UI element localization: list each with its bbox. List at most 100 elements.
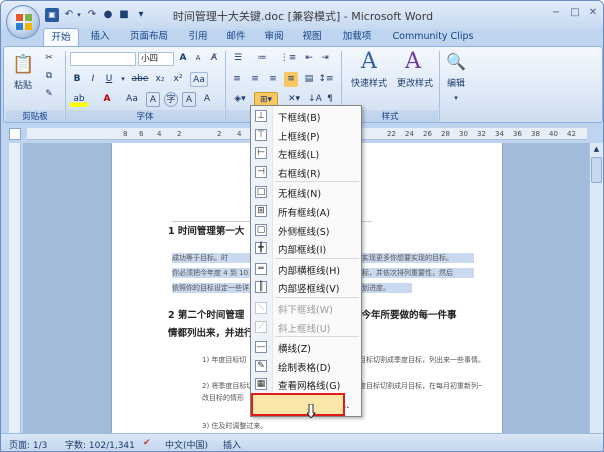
menu-item[interactable]: ║ 内部竖框线(V) [251, 278, 361, 296]
body-paragraph-line-3-tail: 划进度。 [362, 283, 412, 293]
font-size-combo[interactable]: 小四 [138, 52, 174, 66]
tab-review[interactable]: 审阅 [257, 28, 291, 46]
tab-home[interactable]: 开始 [43, 28, 79, 46]
enclose-characters-icon[interactable]: 字 [164, 92, 178, 107]
inside-horizontal-border-icon: ═ [255, 262, 267, 275]
tab-community-clips[interactable]: Community Clips [387, 28, 479, 46]
change-case-button[interactable]: Aa [122, 92, 142, 107]
find-binoculars-icon[interactable]: 🔍 [446, 51, 466, 73]
tab-add-ins[interactable]: 加载项 [335, 28, 379, 46]
ruler-tick-label: 6 [139, 130, 144, 138]
minimize-button[interactable]: − [549, 6, 563, 20]
tab-selector[interactable] [9, 128, 21, 140]
bullets-icon[interactable]: ☰ [230, 51, 246, 66]
body-paragraph-line-2: 你必须把今年度 4 到 10 [172, 268, 252, 278]
tab-insert[interactable]: 插入 [83, 28, 117, 46]
office-button[interactable] [6, 5, 40, 39]
font-color-icon[interactable]: A [100, 92, 114, 107]
copy-icon[interactable]: ⧉ [42, 69, 56, 84]
menu-item[interactable]: — 横线(Z) [251, 338, 361, 356]
inside-borders-icon: ╋ [255, 242, 267, 255]
menu-item-label: 斜下框线(W) [278, 305, 333, 316]
underline-button[interactable]: U [102, 72, 116, 87]
superscript-button[interactable]: x² [170, 72, 186, 87]
menu-item-label: 绘制表格(D) [278, 362, 331, 374]
list-item-3: 3) 住及时调整过来。 [202, 422, 268, 430]
diagonal-up-border-icon: ⟋ [255, 320, 267, 333]
menu-item[interactable]: ╋ 内部框线(I) [251, 239, 361, 257]
line-spacing-icon[interactable]: ↕≡ [318, 72, 334, 87]
change-styles-icon[interactable]: A [400, 49, 426, 75]
body-paragraph-line-1: 成功等于目标。时 [172, 253, 252, 263]
italic-button[interactable]: I [86, 72, 100, 87]
scroll-up-icon[interactable]: ▲ [591, 143, 602, 155]
proofing-icon[interactable]: ✔ [143, 438, 151, 448]
menu-item-highlight [251, 393, 345, 416]
language-indicator[interactable]: 中文(中国) [165, 438, 208, 451]
tab-page-layout[interactable]: 页面布局 [123, 28, 175, 46]
close-button[interactable]: ✕ [586, 6, 600, 20]
list-item-1: 1) 年度目标切 [202, 356, 247, 364]
font-name-combo[interactable] [70, 52, 136, 66]
paste-button[interactable]: 粘贴 [10, 79, 36, 94]
menu-item[interactable]: ▦ 查看网格线(G) [251, 375, 361, 393]
clear-format-icon[interactable]: A̸ [207, 51, 221, 66]
shrink-font-button[interactable]: A [191, 51, 205, 66]
ruler-tick-label: 42 [567, 130, 576, 138]
character-border-icon[interactable]: A [182, 92, 196, 107]
shading-icon[interactable]: ◈▾ [230, 92, 250, 107]
numbering-icon[interactable]: ≔ [254, 51, 270, 66]
highlight-icon[interactable]: ab [70, 92, 88, 107]
cut-icon[interactable]: ✂ [42, 51, 56, 66]
decrease-indent-icon[interactable]: ⇤ [302, 51, 316, 66]
menu-item[interactable]: ⊞ 所有框线(A) [251, 202, 361, 220]
menu-item[interactable]: ⊢ 左框线(L) [251, 144, 361, 162]
format-painter-icon[interactable]: ✎ [42, 87, 56, 102]
menu-item[interactable]: ═ 内部横框线(H) [251, 260, 361, 278]
list-item-2-continued: 改目标的情形 [202, 394, 244, 402]
multilevel-list-icon[interactable]: ⋮≡ [278, 51, 298, 66]
menu-item[interactable]: ⊤ 上框线(P) [251, 126, 361, 144]
justify-icon[interactable]: ≡ [284, 72, 298, 87]
grow-font-button[interactable]: A [176, 51, 190, 66]
align-right-icon[interactable]: ≡ [266, 72, 280, 87]
menu-item[interactable]: □ 无框线(N) [251, 183, 361, 201]
tab-view[interactable]: 视图 [295, 28, 329, 46]
strikethrough-button[interactable]: abe [130, 72, 150, 87]
menu-item[interactable]: ⊥ 下框线(B) [251, 107, 361, 125]
ruler-tick-label: 24 [405, 130, 414, 138]
insert-mode-indicator[interactable]: 插入 [223, 438, 241, 451]
change-styles-button[interactable]: 更改样式 [392, 77, 438, 92]
quick-styles-button[interactable]: 快速样式 [346, 77, 392, 92]
body-paragraph-line-3: 依照你的目标设定一些详 [172, 283, 252, 293]
center-icon[interactable]: ≡ [248, 72, 262, 87]
word-count[interactable]: 字数: 102/1,341 [65, 438, 135, 451]
tab-mailings[interactable]: 邮件 [219, 28, 253, 46]
vertical-ruler[interactable] [9, 143, 21, 433]
heading-2: 2 第二个时间管理 [168, 310, 245, 321]
ruler-tick-label: 22 [387, 130, 396, 138]
menu-item[interactable]: ▢ 外侧框线(S) [251, 221, 361, 239]
page-count[interactable]: 页面: 1/3 [9, 438, 47, 451]
change-case-icon[interactable]: Aa [190, 72, 208, 87]
quick-styles-icon[interactable]: A [356, 49, 382, 75]
scroll-thumb[interactable] [591, 157, 602, 183]
vertical-scrollbar[interactable]: ▲ [589, 143, 603, 433]
underline-dropdown-icon[interactable]: ▾ [118, 72, 128, 87]
align-left-icon[interactable]: ≡ [230, 72, 244, 87]
increase-indent-icon[interactable]: ⇥ [318, 51, 332, 66]
menu-item[interactable]: ✎ 绘制表格(D) [251, 357, 361, 375]
list-item-2: 2) 将季度目标切 [202, 382, 254, 390]
phonetic-guide-icon[interactable]: A [200, 92, 214, 107]
distributed-icon[interactable]: ▤ [302, 72, 316, 87]
maximize-button[interactable]: □ [568, 6, 582, 20]
editing-button[interactable]: 编辑 [442, 77, 470, 92]
editing-dropdown-icon[interactable]: ▾ [450, 91, 462, 106]
character-shading-icon[interactable]: A [146, 92, 160, 107]
menu-item[interactable]: ⊣ 右框线(R) [251, 163, 361, 181]
subscript-button[interactable]: x₂ [152, 72, 168, 87]
bold-button[interactable]: B [70, 72, 84, 87]
paste-icon[interactable]: 📋 [12, 51, 34, 79]
ruler-tick-label: 26 [423, 130, 432, 138]
tab-references[interactable]: 引用 [181, 28, 215, 46]
